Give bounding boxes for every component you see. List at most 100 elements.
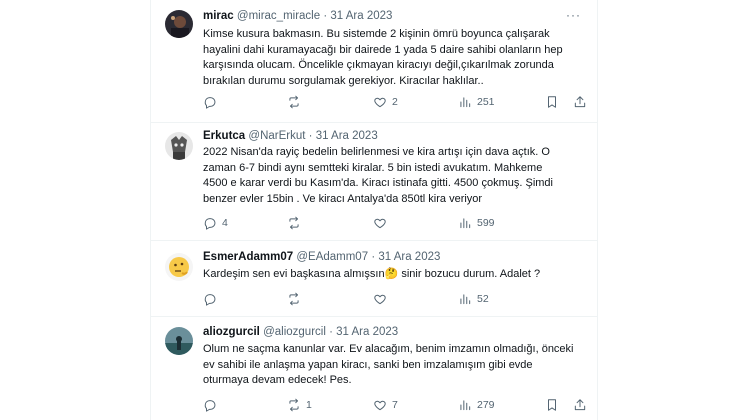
reply-icon	[204, 97, 216, 109]
like-count: 2	[392, 96, 398, 108]
heart-icon	[374, 218, 386, 229]
tweet-text-line: Kardeşim sen evi başkasına almışsın🤔 sin…	[203, 267, 583, 283]
thinking-face-emoji: 🤔	[384, 268, 399, 280]
tweet-header: Erkutca @NarErkut · 31 Ara 2023	[203, 130, 378, 142]
tweet-header: mirac @mirac_miracle · 31 Ara 2023	[203, 10, 392, 22]
display-name[interactable]: Erkutca	[203, 130, 245, 142]
like-button[interactable]	[373, 291, 392, 307]
separator: ·	[308, 130, 313, 142]
tweet-text-line: Olum ne saçma kanunlar var. Ev alacağım,…	[203, 343, 574, 355]
like-count: 7	[392, 399, 398, 411]
retweet-icon	[289, 216, 299, 230]
like-button[interactable]: 7	[373, 397, 398, 413]
tweet-text-line: 4500 e karar verdi bu Kasım'da. Kiracı i…	[203, 177, 553, 190]
tweet-text: Kardeşim sen evi başkasına almışsın🤔 sin…	[203, 267, 583, 283]
heart-icon	[374, 400, 386, 411]
reply-count: 4	[222, 217, 228, 229]
retweet-icon	[289, 398, 299, 412]
separator: ·	[371, 251, 376, 263]
retweet-button[interactable]	[287, 291, 306, 307]
retweet-button[interactable]	[287, 94, 306, 110]
view-count: 251	[477, 96, 495, 108]
reply-feed: mirac @mirac_miracle · 31 Ara 2023 ··· K…	[150, 0, 598, 420]
retweet-count: 1	[306, 399, 312, 411]
reply-icon	[204, 294, 216, 306]
avatar[interactable]	[165, 10, 193, 38]
tweet[interactable]: Erkutca @NarErkut · 31 Ara 2023 2022 Nis…	[151, 123, 597, 241]
display-name[interactable]: mirac	[203, 10, 234, 22]
avatar[interactable]	[165, 327, 193, 355]
tweet-actions: 1 7 279	[195, 397, 586, 413]
tweet-text-line: bırakılan durumu sorgulamak gerekiyor. K…	[203, 74, 484, 87]
views-button[interactable]: 251	[458, 94, 495, 110]
reply-button[interactable]	[203, 397, 222, 413]
bookmark-icon	[548, 399, 556, 411]
tweet-text-line: hayalini dahi kuramayacağı bir dairede 1…	[203, 43, 563, 56]
avatar[interactable]	[165, 132, 193, 160]
tweet-header: EsmerAdamm07 @EAdamm07 · 31 Ara 2023	[203, 251, 440, 263]
reply-icon	[204, 218, 216, 230]
tweet-text-line: 2022 Nisan'da rayiç bedelin belirlenmesi…	[203, 146, 550, 158]
timestamp[interactable]: 31 Ara 2023	[336, 326, 398, 338]
retweet-button[interactable]	[287, 215, 306, 231]
tweet-text-line: oturmaya devam edecek! Pes.	[203, 374, 352, 387]
bookmark-button[interactable]	[545, 94, 559, 110]
tweet-text: Kimse kusura bakmasın. Bu sistemde 2 kiş…	[203, 27, 583, 89]
tweet[interactable]: aliozgurcil @aliozgurcil · 31 Ara 2023 O…	[151, 317, 597, 420]
views-icon	[460, 97, 471, 108]
text-segment: Kardeşim sen evi başkasına almışsın	[203, 268, 385, 280]
tweet-text: Olum ne saçma kanunlar var. Ev alacağım,…	[203, 342, 583, 389]
reply-button[interactable]	[203, 291, 222, 307]
tweet[interactable]: mirac @mirac_miracle · 31 Ara 2023 ··· K…	[151, 0, 597, 123]
like-button[interactable]	[373, 215, 392, 231]
share-button[interactable]	[573, 397, 587, 413]
tweet-actions: 2 251	[195, 94, 586, 110]
separator: ·	[323, 10, 328, 22]
bookmark-button[interactable]	[545, 397, 559, 413]
separator: ·	[329, 326, 333, 338]
heart-icon	[374, 97, 386, 108]
bookmark-icon	[548, 96, 556, 108]
views-button[interactable]: 52	[458, 291, 489, 307]
retweet-icon	[289, 292, 299, 306]
display-name[interactable]: aliozgurcil	[203, 326, 260, 338]
like-button[interactable]: 2	[373, 94, 398, 110]
handle[interactable]: @EAdamm07	[296, 251, 368, 263]
tweet[interactable]: EsmerAdamm07 @EAdamm07 · 31 Ara 2023 Kar…	[151, 241, 597, 317]
reply-icon	[204, 400, 216, 412]
views-icon	[460, 400, 471, 411]
tweet-text-line: karşısında olucam. Öncelikle çıkmayan ki…	[203, 59, 554, 72]
more-options-icon[interactable]: ···	[566, 8, 581, 22]
view-count: 52	[477, 293, 489, 305]
share-icon	[574, 399, 586, 411]
tweet-text: 2022 Nisan'da rayiç bedelin belirlenmesi…	[203, 145, 583, 207]
tweet-text-line: zaman 6-7 bindi aynı semtteki kiralar. 5…	[203, 161, 543, 174]
share-button[interactable]	[573, 94, 587, 110]
timestamp[interactable]: 31 Ara 2023	[316, 130, 378, 142]
views-icon	[460, 294, 471, 305]
views-button[interactable]: 279	[458, 397, 495, 413]
tweet-text-line: Kimse kusura bakmasın. Bu sistemde 2 kiş…	[203, 28, 550, 40]
view-count: 279	[477, 399, 495, 411]
retweet-button[interactable]: 1	[287, 397, 312, 413]
tweet-actions: 52	[195, 291, 575, 307]
handle[interactable]: @NarErkut	[248, 130, 305, 142]
handle[interactable]: @aliozgurcil	[263, 326, 326, 338]
share-icon	[574, 96, 586, 108]
display-name[interactable]: EsmerAdamm07	[203, 251, 293, 263]
text-segment: sinir bozucu durum. Adalet ?	[398, 268, 541, 280]
retweet-icon	[289, 95, 299, 109]
tweet-actions: 4 599	[195, 215, 575, 231]
timestamp[interactable]: 31 Ara 2023	[378, 251, 440, 263]
reply-button[interactable]	[203, 94, 222, 110]
timestamp[interactable]: 31 Ara 2023	[330, 10, 392, 22]
tweet-text-line: ev sahibi ile anlaşma yapan kiracı, sank…	[203, 358, 533, 371]
avatar[interactable]	[165, 253, 193, 281]
reply-button[interactable]: 4	[203, 215, 228, 231]
views-icon	[460, 218, 471, 229]
handle[interactable]: @mirac_miracle	[237, 10, 320, 22]
heart-icon	[374, 294, 386, 305]
views-button[interactable]: 599	[458, 215, 495, 231]
tweet-text-line: benzer evler 15bin . Ve kiracı Antalya'd…	[203, 192, 483, 205]
tweet-header: aliozgurcil @aliozgurcil · 31 Ara 2023	[203, 326, 398, 338]
